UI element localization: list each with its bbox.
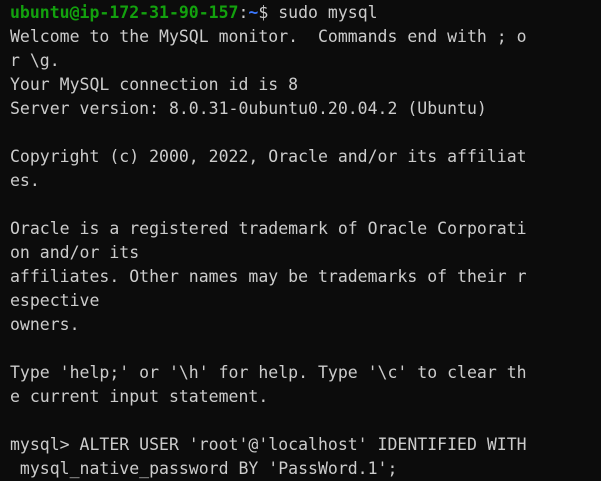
output-line: Server version: 8.0.31-0ubuntu0.20.04.2 …: [10, 99, 487, 118]
prompt-symbol: $: [258, 3, 279, 22]
shell-prompt-line: ubuntu@ip-172-31-90-157:~$ sudo mysql: [10, 1, 601, 25]
mysql-command-line: mysql> ALTER USER 'root'@'localhost' IDE…: [10, 435, 527, 454]
terminal-window[interactable]: ubuntu@ip-172-31-90-157:~$ sudo mysql We…: [0, 0, 601, 481]
prompt-command: sudo mysql: [278, 3, 378, 22]
output-line: Copyright (c) 2000, 2022, Oracle and/or …: [10, 147, 527, 166]
output-line: e current input statement.: [10, 387, 269, 406]
mysql-command-line: mysql_native_password BY 'PassWord.1';: [10, 459, 398, 478]
output-line: Type 'help;' or '\h' for help. Type '\c'…: [10, 363, 527, 382]
output-line: r \g.: [10, 51, 60, 70]
output-line: espective: [10, 291, 100, 310]
output-line: on and/or its: [10, 243, 140, 262]
prompt-user-host: ubuntu@ip-172-31-90-157: [10, 3, 239, 22]
output-line: Your MySQL connection id is 8: [10, 75, 299, 94]
output-line: Welcome to the MySQL monitor. Commands e…: [10, 27, 527, 46]
output-line: owners.: [10, 315, 80, 334]
prompt-path: ~: [248, 3, 259, 22]
prompt-colon: :: [238, 3, 249, 22]
output-line: es.: [10, 171, 40, 190]
output-line: Oracle is a registered trademark of Orac…: [10, 219, 527, 238]
output-line: affiliates. Other names may be trademark…: [10, 267, 527, 286]
